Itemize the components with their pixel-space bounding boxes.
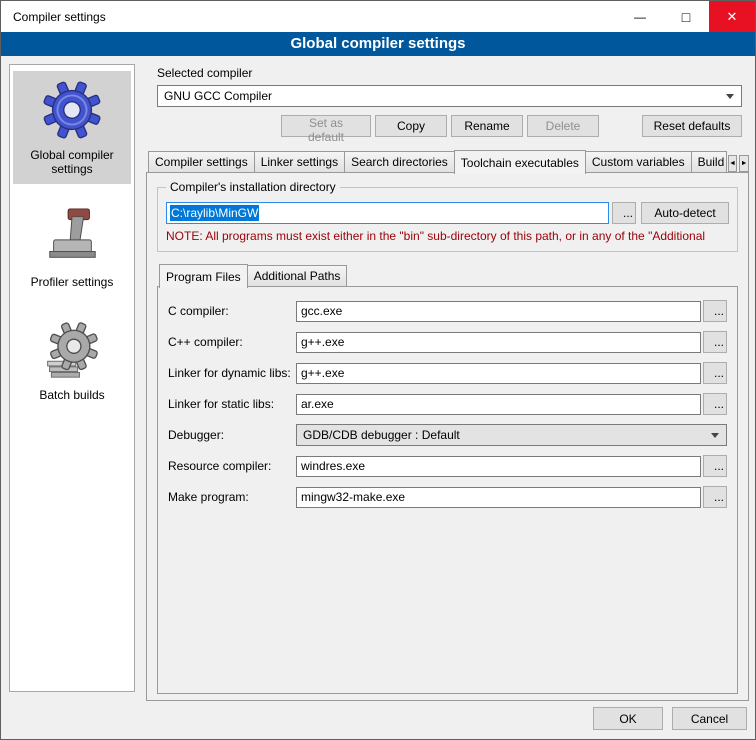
tab-linker-settings[interactable]: Linker settings — [254, 151, 345, 173]
resource-compiler-input[interactable] — [296, 456, 701, 477]
close-icon: ✕ — [727, 9, 738, 25]
tab-scroll-right-button[interactable]: ► — [739, 155, 749, 172]
form-row-dynamic-linker: Linker for dynamic libs: ... — [168, 362, 727, 384]
cancel-button[interactable]: Cancel — [672, 707, 747, 730]
tab-toolchain-executables[interactable]: Toolchain executables — [454, 150, 586, 174]
tab-build-options[interactable]: Build options — [691, 151, 727, 173]
titlebar: Compiler settings — □ ✕ — [1, 1, 755, 32]
close-button[interactable]: ✕ — [709, 1, 755, 32]
make-program-input[interactable] — [296, 487, 701, 508]
form-row-debugger: Debugger: GDB/CDB debugger : Default — [168, 424, 727, 446]
installation-directory-groupbox: Compiler's installation directory C:\ray… — [157, 187, 738, 252]
sidebar: Global compiler settings Profiler settin… — [9, 64, 135, 692]
main-content: Selected compiler GNU GCC Compiler Set a… — [146, 64, 749, 701]
sidebar-item-profiler-settings[interactable]: Profiler settings — [13, 198, 131, 297]
browse-dynamic-linker-button[interactable]: ... — [703, 362, 727, 384]
tab-bar: Compiler settings Linker settings Search… — [146, 150, 749, 173]
window-controls: — □ ✕ — [617, 1, 755, 32]
selected-compiler-label: Selected compiler — [157, 66, 742, 80]
browse-install-dir-button[interactable]: ... — [612, 202, 636, 224]
field-label: C compiler: — [168, 304, 296, 318]
field-label: Debugger: — [168, 428, 296, 442]
toolchain-executables-panel: Compiler's installation directory C:\ray… — [146, 172, 749, 701]
blue-gear-icon — [15, 77, 129, 143]
minimize-icon: — — [634, 10, 646, 24]
dialog-footer: OK Cancel — [593, 707, 747, 730]
browse-resource-compiler-button[interactable]: ... — [703, 455, 727, 477]
tab-compiler-settings[interactable]: Compiler settings — [148, 151, 255, 173]
sidebar-item-label: Global compiler settings — [15, 148, 129, 176]
set-as-default-button[interactable]: Set as default — [281, 115, 371, 137]
debugger-select[interactable]: GDB/CDB debugger : Default — [296, 424, 727, 446]
delete-button[interactable]: Delete — [527, 115, 599, 137]
gray-gear-icon — [15, 317, 129, 383]
rename-button[interactable]: Rename — [451, 115, 523, 137]
maximize-button[interactable]: □ — [663, 1, 709, 32]
installation-directory-label: Compiler's installation directory — [166, 180, 340, 194]
chevron-down-icon — [711, 433, 719, 438]
auto-detect-button[interactable]: Auto-detect — [641, 202, 729, 224]
cpp-compiler-input[interactable] — [296, 332, 701, 353]
selected-compiler-section: Selected compiler GNU GCC Compiler — [146, 64, 749, 107]
sidebar-item-batch-builds[interactable]: Batch builds — [13, 311, 131, 410]
browse-cpp-compiler-button[interactable]: ... — [703, 331, 727, 353]
subtab-program-files[interactable]: Program Files — [159, 264, 248, 288]
tab-search-directories[interactable]: Search directories — [344, 151, 455, 173]
field-label: Make program: — [168, 490, 296, 504]
field-label: Linker for static libs: — [168, 397, 296, 411]
browse-make-program-button[interactable]: ... — [703, 486, 727, 508]
sidebar-item-global-compiler-settings[interactable]: Global compiler settings — [13, 71, 131, 184]
form-row-cpp-compiler: C++ compiler: ... — [168, 331, 727, 353]
sidebar-item-label: Batch builds — [15, 388, 129, 402]
dynamic-linker-input[interactable] — [296, 363, 701, 384]
program-files-section: Program Files Additional Paths C compile… — [157, 264, 738, 694]
reset-defaults-button[interactable]: Reset defaults — [642, 115, 742, 137]
note-text: NOTE: All programs must exist either in … — [166, 229, 729, 243]
minimize-button[interactable]: — — [617, 1, 663, 32]
maximize-icon: □ — [682, 9, 690, 25]
form-row-resource-compiler: Resource compiler: ... — [168, 455, 727, 477]
dialog-header: Global compiler settings — [1, 32, 755, 56]
compiler-select-value: GNU GCC Compiler — [164, 89, 272, 103]
browse-static-linker-button[interactable]: ... — [703, 393, 727, 415]
static-linker-input[interactable] — [296, 394, 701, 415]
profiler-tool-icon — [15, 204, 129, 270]
debugger-select-value: GDB/CDB debugger : Default — [303, 428, 460, 442]
program-files-panel: C compiler: ... C++ compiler: ... Linker… — [157, 286, 738, 694]
window-title: Compiler settings — [1, 10, 106, 24]
compiler-button-row: Set as default Copy Rename Delete Reset … — [146, 115, 749, 137]
sidebar-item-label: Profiler settings — [15, 275, 129, 289]
ok-button[interactable]: OK — [593, 707, 663, 730]
form-row-c-compiler: C compiler: ... — [168, 300, 727, 322]
field-label: Linker for dynamic libs: — [168, 366, 296, 380]
subtab-additional-paths[interactable]: Additional Paths — [247, 265, 348, 287]
field-label: C++ compiler: — [168, 335, 296, 349]
field-label: Resource compiler: — [168, 459, 296, 473]
compiler-settings-window: Compiler settings — □ ✕ Global compiler … — [0, 0, 756, 740]
copy-button[interactable]: Copy — [375, 115, 447, 137]
form-row-make-program: Make program: ... — [168, 486, 727, 508]
form-row-static-linker: Linker for static libs: ... — [168, 393, 727, 415]
install-dir-input[interactable]: C:\raylib\MinGW — [166, 202, 609, 224]
tab-custom-variables[interactable]: Custom variables — [585, 151, 692, 173]
chevron-down-icon — [726, 94, 734, 99]
subtab-bar: Program Files Additional Paths — [157, 264, 738, 287]
compiler-select[interactable]: GNU GCC Compiler — [157, 85, 742, 107]
installation-directory-row: C:\raylib\MinGW ... Auto-detect — [166, 202, 729, 224]
c-compiler-input[interactable] — [296, 301, 701, 322]
browse-c-compiler-button[interactable]: ... — [703, 300, 727, 322]
install-dir-selected-text: C:\raylib\MinGW — [170, 205, 259, 221]
tab-scroll-left-button[interactable]: ◄ — [728, 155, 738, 172]
